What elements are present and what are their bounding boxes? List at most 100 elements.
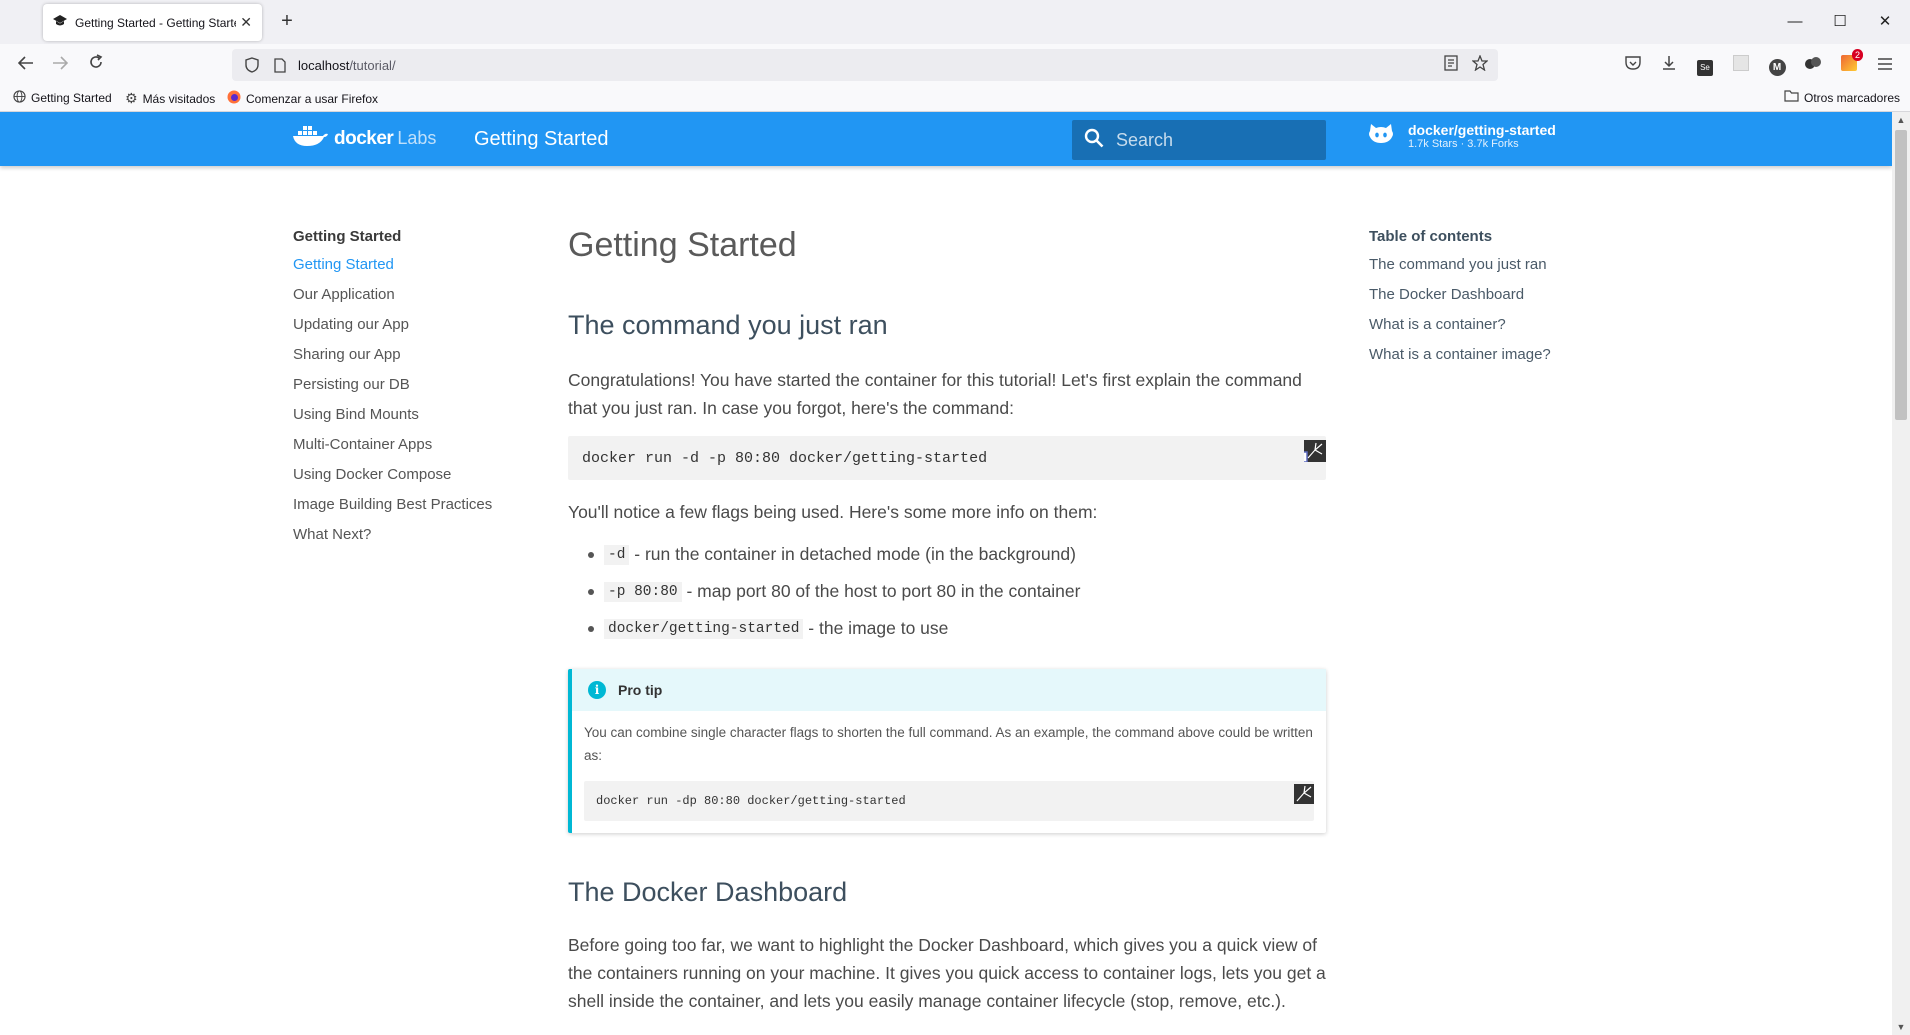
url-text[interactable]: localhost/tutorial/ bbox=[298, 58, 396, 73]
bookmark-firefox[interactable]: Comenzar a usar Firefox bbox=[227, 90, 378, 107]
repo-facts: 1.7k Stars · 3.7k Forks bbox=[1408, 137, 1519, 150]
pro-tip-text: You can combine single character flags t… bbox=[584, 725, 1313, 763]
flag-code: docker/getting-started bbox=[604, 618, 804, 639]
intro-paragraph: Congratulations! You have started the co… bbox=[568, 370, 1302, 418]
command-code: docker run -d -p 80:80 docker/getting-st… bbox=[582, 450, 988, 467]
browser-tab[interactable]: Getting Started - Getting Started ✕ bbox=[43, 4, 262, 41]
bullet bbox=[588, 551, 594, 558]
browser-navbar: localhost/tutorial/ Se M 2 bbox=[0, 44, 1910, 86]
extension-count-badge: 2 bbox=[1851, 49, 1863, 61]
url-path: /tutorial/ bbox=[349, 57, 396, 73]
bookmark-label: Comenzar a usar Firefox bbox=[246, 91, 379, 106]
other-bookmarks-label: Otros marcadores bbox=[1804, 90, 1901, 105]
scroll-down-arrow[interactable]: ▼ bbox=[1892, 1019, 1910, 1035]
repo-name: docker/getting-started bbox=[1408, 121, 1556, 138]
tip-command-code: docker run -dp 80:80 docker/getting-star… bbox=[596, 794, 906, 808]
search-box[interactable] bbox=[1072, 120, 1326, 160]
copy-icon[interactable] bbox=[1294, 781, 1314, 804]
extension-m-icon[interactable]: M bbox=[1766, 55, 1788, 76]
tab-title: Getting Started - Getting Started bbox=[75, 15, 237, 30]
bookmark-star-icon[interactable] bbox=[1471, 54, 1489, 75]
info-icon: i bbox=[588, 681, 606, 699]
repo-link[interactable]: docker/getting-started 1.7k Stars · 3.7k… bbox=[1368, 122, 1556, 151]
table-of-contents: Table of contents The command you just r… bbox=[1369, 228, 1619, 375]
flag-description: - map port 80 of the host to port 80 in … bbox=[681, 581, 1081, 601]
logo-labs-text: Labs bbox=[397, 128, 437, 148]
command-code-block[interactable]: docker run -d -p 80:80 docker/getting-st… bbox=[568, 436, 1326, 480]
nav-item-updating-our-app[interactable]: Updating our App bbox=[293, 315, 533, 345]
toc-item-command[interactable]: The command you just ran bbox=[1369, 255, 1619, 285]
globe-icon bbox=[13, 90, 26, 106]
toc-item-dashboard[interactable]: The Docker Dashboard bbox=[1369, 285, 1619, 315]
folder-icon bbox=[1784, 90, 1799, 105]
section-heading-command: The command you just ran bbox=[568, 310, 888, 340]
new-tab-button[interactable]: + bbox=[275, 10, 299, 34]
flag-code: -p 80:80 bbox=[604, 581, 682, 602]
nav-title: Getting Started bbox=[293, 228, 402, 245]
close-tab-icon[interactable]: ✕ bbox=[240, 14, 252, 31]
logo-docker-text: docker bbox=[334, 127, 394, 149]
page-icon[interactable] bbox=[270, 55, 290, 75]
section-heading-dashboard: The Docker Dashboard bbox=[568, 877, 848, 907]
primary-nav: Getting Started Getting Started Our Appl… bbox=[293, 228, 533, 555]
scroll-thumb[interactable] bbox=[1895, 130, 1907, 420]
flags-list: -d - run the container in detached mode … bbox=[568, 536, 1326, 647]
toc-item-container[interactable]: What is a container? bbox=[1369, 315, 1619, 345]
extension-grid-icon[interactable] bbox=[1730, 55, 1752, 75]
graduation-cap-icon bbox=[53, 15, 67, 30]
pro-tip-title: Pro tip bbox=[618, 682, 663, 698]
extension-se-icon[interactable]: Se bbox=[1694, 55, 1716, 76]
menu-icon[interactable] bbox=[1874, 55, 1896, 75]
window-close-button[interactable]: ✕ bbox=[1870, 8, 1900, 36]
nav-item-sharing-our-app[interactable]: Sharing our App bbox=[293, 345, 533, 375]
pocket-icon[interactable] bbox=[1622, 55, 1644, 75]
docker-labs-logo[interactable]: docker Labs bbox=[292, 124, 436, 153]
search-input[interactable] bbox=[1114, 128, 1304, 152]
bookmark-label: Más visitados bbox=[142, 91, 216, 106]
nav-item-using-docker-compose[interactable]: Using Docker Compose bbox=[293, 465, 533, 495]
copy-icon[interactable] bbox=[1297, 436, 1326, 463]
address-bar[interactable]: localhost/tutorial/ bbox=[232, 49, 1498, 81]
maximize-button[interactable]: ☐ bbox=[1825, 8, 1855, 36]
other-bookmarks[interactable]: Otros marcadores bbox=[1784, 90, 1900, 105]
downloads-icon[interactable] bbox=[1658, 55, 1680, 75]
list-item: docker/getting-started - the image to us… bbox=[568, 610, 1326, 647]
extension-badge-icon[interactable]: 2 bbox=[1838, 49, 1863, 75]
back-button[interactable] bbox=[12, 52, 40, 78]
nav-item-multi-container-apps[interactable]: Multi-Container Apps bbox=[293, 435, 533, 465]
reload-button[interactable] bbox=[82, 52, 110, 78]
page-title: Getting Started bbox=[568, 226, 797, 264]
flags-intro: You'll notice a few flags being used. He… bbox=[568, 502, 1098, 522]
flag-code: -d bbox=[604, 544, 630, 565]
bookmark-mas-visitados[interactable]: ⚙ Más visitados bbox=[125, 90, 215, 107]
toc-item-container-image[interactable]: What is a container image? bbox=[1369, 345, 1619, 375]
page-scrollbar[interactable]: ▲ ▼ bbox=[1892, 112, 1910, 1035]
list-item: -p 80:80 - map port 80 of the host to po… bbox=[568, 573, 1326, 610]
flag-description: - run the container in detached mode (in… bbox=[629, 544, 1076, 564]
bullet bbox=[588, 588, 594, 595]
reader-view-icon[interactable] bbox=[1444, 55, 1458, 75]
nav-item-our-application[interactable]: Our Application bbox=[293, 285, 533, 315]
nav-item-image-building[interactable]: Image Building Best Practices bbox=[293, 495, 533, 525]
tip-code-block[interactable]: docker run -dp 80:80 docker/getting-star… bbox=[584, 781, 1314, 821]
nav-item-getting-started[interactable]: Getting Started bbox=[293, 255, 533, 285]
github-icon bbox=[1368, 122, 1394, 151]
article: Getting Started The command you just ran… bbox=[568, 222, 1326, 1015]
bookmarks-toolbar: Getting Started ⚙ Más visitados Comenzar… bbox=[0, 86, 1910, 112]
bookmark-label: Getting Started bbox=[31, 91, 112, 105]
shield-icon[interactable] bbox=[242, 55, 262, 75]
firefox-icon bbox=[227, 90, 241, 107]
search-icon bbox=[1084, 128, 1104, 153]
minimize-button[interactable]: — bbox=[1780, 8, 1810, 36]
url-host: localhost bbox=[298, 57, 350, 73]
gear-icon: ⚙ bbox=[125, 90, 138, 106]
extension-puzzle-icon[interactable] bbox=[1802, 55, 1824, 75]
nav-item-persisting-our-db[interactable]: Persisting our DB bbox=[293, 375, 533, 405]
site-title[interactable]: Getting Started bbox=[474, 128, 609, 151]
nav-item-using-bind-mounts[interactable]: Using Bind Mounts bbox=[293, 405, 533, 435]
pro-tip-header: i Pro tip bbox=[572, 669, 1326, 711]
nav-item-what-next[interactable]: What Next? bbox=[293, 525, 533, 555]
bookmark-getting-started[interactable]: Getting Started bbox=[13, 90, 112, 106]
scroll-up-arrow[interactable]: ▲ bbox=[1892, 112, 1910, 128]
forward-button[interactable] bbox=[46, 52, 74, 78]
